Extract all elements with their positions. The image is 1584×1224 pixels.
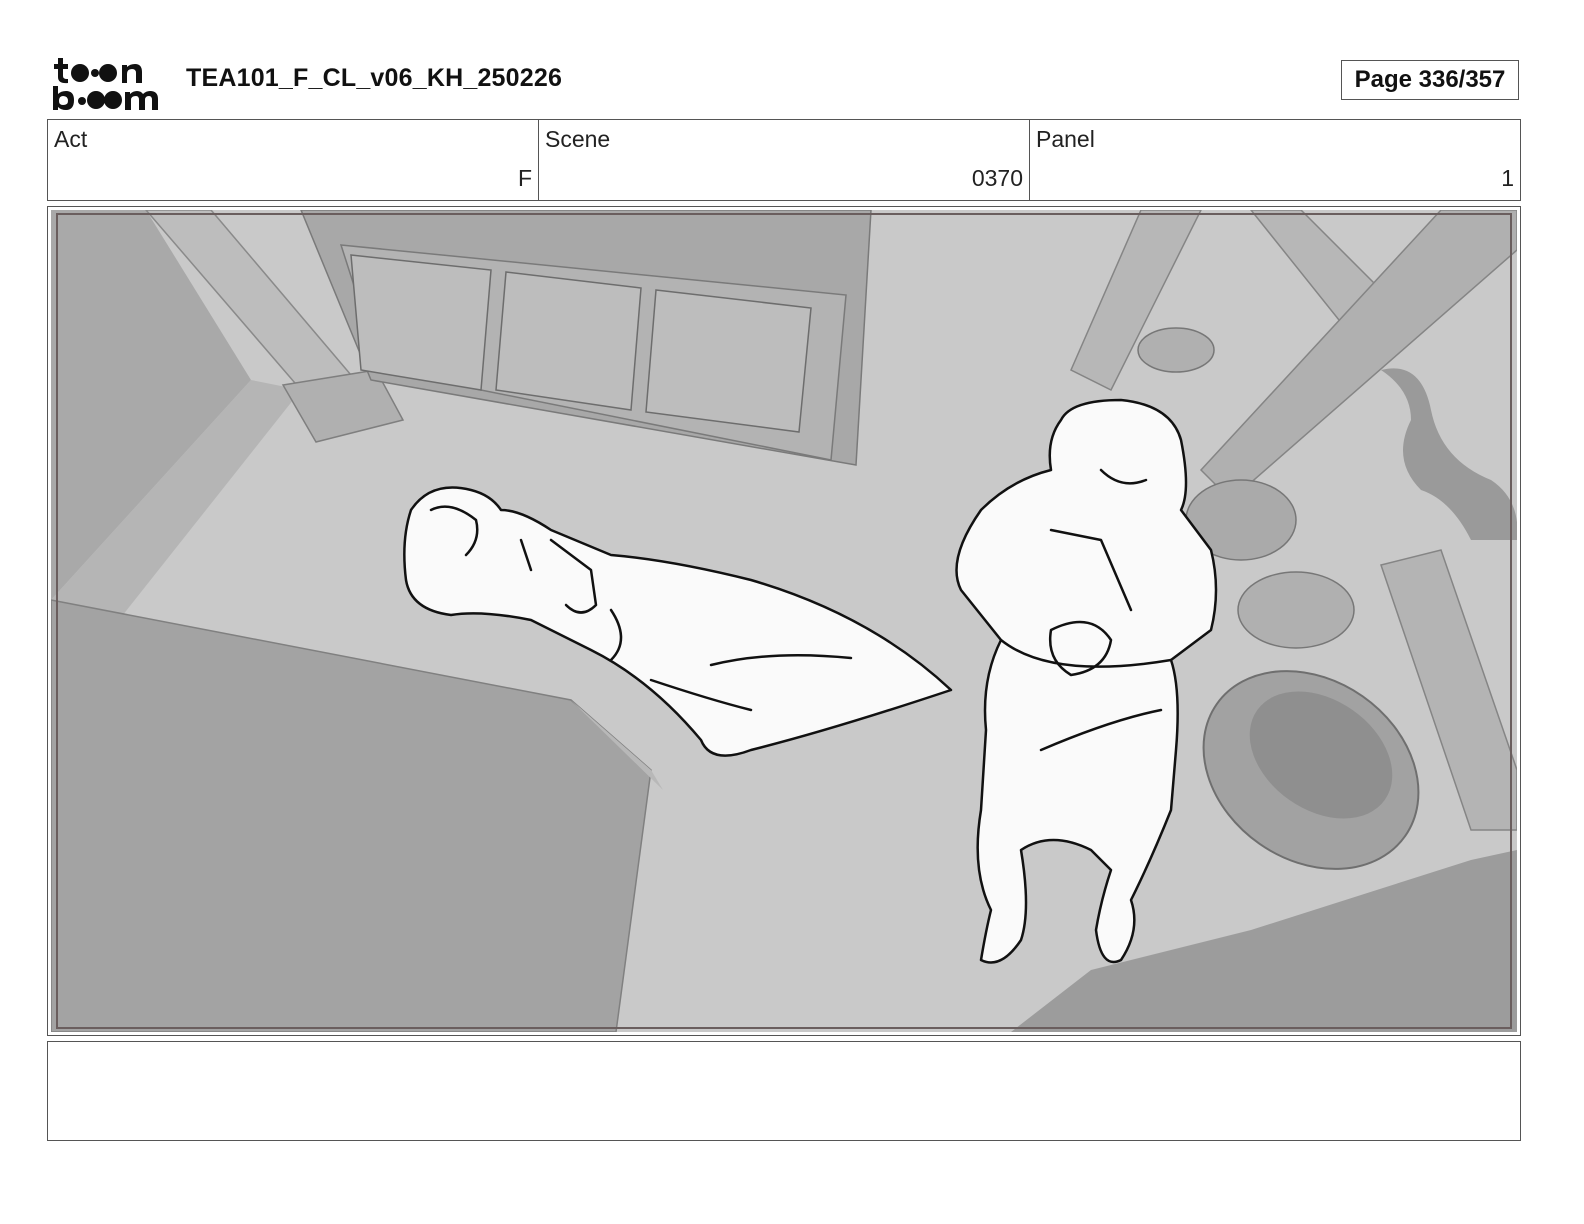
panel-cell: Panel 1 — [1030, 120, 1520, 200]
panel-label: Panel — [1036, 126, 1095, 152]
scene-label: Scene — [545, 126, 611, 152]
storyboard-sketch-image — [51, 210, 1517, 1032]
page-indicator: Page 336/357 — [1341, 60, 1519, 100]
document-title: TEA101_F_CL_v06_KH_250226 — [186, 64, 563, 92]
act-value: F — [517, 165, 532, 191]
metadata-table: Act F Scene 0370 Panel 1 — [47, 119, 1521, 201]
act-label: Act — [54, 126, 88, 152]
scene-cell: Scene 0370 — [539, 120, 1030, 200]
toon-boom-logo — [53, 58, 158, 110]
panel-value: 1 — [1501, 165, 1514, 191]
storyboard-panel — [47, 206, 1521, 1036]
scene-value: 0370 — [971, 165, 1023, 191]
act-cell: Act F — [48, 120, 539, 200]
panel-notes-box — [47, 1041, 1521, 1141]
